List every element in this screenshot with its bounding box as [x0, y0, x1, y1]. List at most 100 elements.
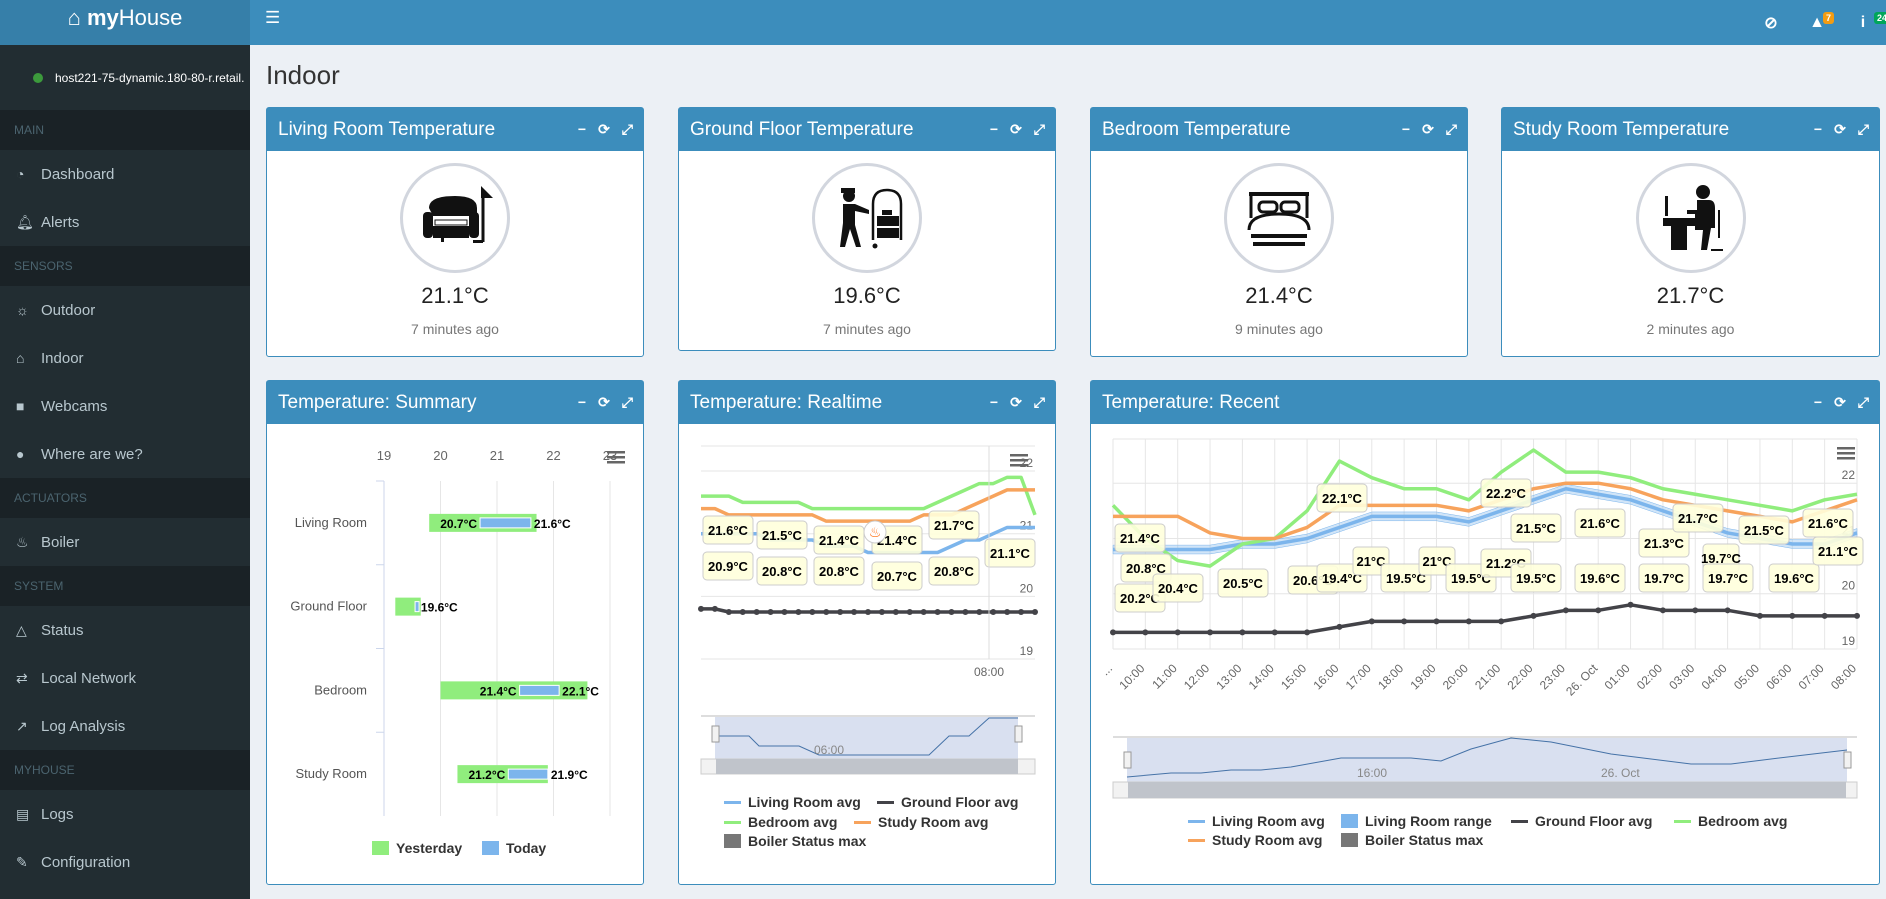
recent-panel: Temperature: Recent − ⟳ ⤢ 1920212221.4°C…	[1090, 380, 1880, 885]
refresh-icon[interactable]: ⟳	[1834, 108, 1846, 151]
sidebar-item-outdoor[interactable]: ☼ Outdoor	[0, 286, 250, 334]
legend-item[interactable]: Living Room avg	[1212, 813, 1325, 829]
legend-item[interactable]: Living Room avg	[748, 794, 861, 810]
x-tick-label: 08:00	[1828, 661, 1859, 692]
y-tick-label: 20	[1020, 581, 1034, 595]
chart-menu-icon[interactable]	[1010, 454, 1028, 467]
scrollbar-thumb[interactable]	[1128, 782, 1846, 798]
data-point	[1627, 601, 1634, 608]
video-camera-icon: ■	[16, 398, 25, 414]
refresh-icon[interactable]: ⟳	[598, 108, 610, 151]
refresh-icon[interactable]: ⟳	[1834, 381, 1846, 424]
sidebar-item-logs[interactable]: ▤ Logs	[0, 790, 250, 838]
legend-item[interactable]: Living Room range	[1365, 813, 1492, 829]
expand-icon[interactable]: ⤢	[1858, 381, 1869, 424]
armchair-icon	[400, 163, 510, 273]
refresh-icon[interactable]: ⟳	[598, 381, 610, 424]
panel-title: Living Room Temperature	[278, 119, 496, 140]
sidebar-item-configuration[interactable]: ✎ Configuration	[0, 838, 250, 886]
ban-button[interactable]: ⊘	[1748, 13, 1794, 33]
minimize-icon[interactable]: −	[578, 108, 586, 151]
expand-icon[interactable]: ⤢	[1446, 108, 1457, 151]
chart-menu-icon[interactable]	[1837, 447, 1855, 460]
minimize-icon[interactable]: −	[1814, 381, 1822, 424]
legend-swatch	[1188, 839, 1205, 842]
minimize-icon[interactable]: −	[990, 108, 998, 151]
navigator[interactable]: 16:00 26. Oct	[1113, 736, 1857, 782]
navigator[interactable]: 06:00	[701, 715, 1035, 759]
legend-item[interactable]: Ground Floor avg	[901, 794, 1018, 810]
minimize-icon[interactable]: −	[1814, 108, 1822, 151]
navigator-handle-right[interactable]	[1014, 725, 1023, 743]
expand-icon[interactable]: ⤢	[1034, 108, 1045, 151]
minimize-icon[interactable]: −	[1402, 108, 1410, 151]
legend-swatch	[854, 821, 871, 824]
legend-item[interactable]: Study Room avg	[1212, 832, 1322, 848]
navigator-handle-left[interactable]	[711, 725, 720, 743]
series-bedroom-avg[interactable]	[701, 475, 1037, 516]
legend-item[interactable]: Ground Floor avg	[1535, 813, 1652, 829]
data-label: 21.2°C	[468, 768, 505, 782]
x-tick-label: 15:00	[1278, 661, 1309, 692]
data-point	[1498, 618, 1505, 625]
expand-icon[interactable]: ⤢	[622, 108, 633, 151]
sidebar-item-log-analysis[interactable]: ↗ Log Analysis	[0, 702, 250, 750]
app-logo[interactable]: ⌂ myHouse	[0, 0, 250, 45]
legend-item[interactable]: Study Room avg	[878, 814, 988, 830]
expand-icon[interactable]: ⤢	[1858, 108, 1869, 151]
sidebar-item-boiler[interactable]: ♨ Boiler	[0, 518, 250, 566]
svg-text:21.1°C: 21.1°C	[990, 546, 1031, 561]
data-point	[948, 609, 955, 616]
data-point	[823, 609, 830, 616]
navigator-handle-left[interactable]	[1123, 751, 1132, 769]
data-point	[1854, 612, 1860, 619]
temperature-value: 19.6°C	[833, 283, 901, 308]
sidebar-item-alerts[interactable]: 🔔︎ Alerts	[0, 198, 250, 246]
legend-item[interactable]: Boiler Status max	[1365, 832, 1483, 848]
legend-item[interactable]: Today	[506, 840, 546, 856]
series-ground-floor-avg[interactable]	[1113, 603, 1857, 635]
sidebar-item-where-are-we[interactable]: ● Where are we?	[0, 430, 250, 478]
warning-button[interactable]: ▲ 7	[1794, 11, 1840, 32]
bar-today[interactable]	[507, 768, 549, 780]
sidebar-toggle-button[interactable]: ☰	[265, 8, 280, 28]
minimize-icon[interactable]: −	[990, 381, 998, 424]
x-tick-label: 22	[546, 448, 560, 463]
sidebar-item-dashboard[interactable]: ◔ Dashboard	[0, 150, 250, 198]
linux-icon: △	[16, 621, 27, 638]
expand-icon[interactable]: ⤢	[1034, 381, 1045, 424]
bar-today[interactable]	[479, 517, 532, 529]
legend-item[interactable]: Boiler Status max	[748, 833, 866, 849]
bed-icon	[1224, 163, 1334, 273]
data-label: 21.5°C	[1510, 513, 1562, 543]
sidebar-item-status[interactable]: △ Status	[0, 606, 250, 654]
sun-icon: ☼	[16, 302, 29, 318]
navigator-handle-right[interactable]	[1843, 751, 1852, 769]
legend-item[interactable]: Bedroom avg	[1698, 813, 1787, 829]
expand-icon[interactable]: ⤢	[622, 381, 633, 424]
sidebar-item-indoor[interactable]: ⌂ Indoor	[0, 334, 250, 382]
refresh-icon[interactable]: ⟳	[1422, 108, 1434, 151]
boiler-flame-icon[interactable]: ♨	[863, 520, 887, 544]
legend-item[interactable]: Yesterday	[396, 840, 462, 856]
sidebar-item-local-network[interactable]: ⇄ Local Network	[0, 654, 250, 702]
sidebar-item-webcams[interactable]: ■ Webcams	[0, 382, 250, 430]
refresh-icon[interactable]: ⟳	[1010, 381, 1022, 424]
bar-today[interactable]	[414, 601, 420, 613]
realtime-panel: Temperature: Realtime − ⟳ ⤢ 19 20 21 22 21.6…	[678, 380, 1056, 885]
minimize-icon[interactable]: −	[578, 381, 586, 424]
page-title: Indoor	[266, 60, 340, 90]
line-chart-icon: ↗	[16, 717, 28, 734]
y-tick-label: 22	[1020, 456, 1034, 470]
refresh-icon[interactable]: ⟳	[1010, 108, 1022, 151]
chart-menu-icon[interactable]	[607, 451, 625, 464]
x-tick-label: 18:00	[1375, 661, 1406, 692]
last-updated: 7 minutes ago	[411, 321, 499, 337]
scrollbar-thumb[interactable]	[716, 759, 1018, 774]
x-tick-label: 04:00	[1699, 661, 1730, 692]
svg-text:21.5°C: 21.5°C	[1744, 523, 1785, 538]
info-button[interactable]: i 24	[1840, 11, 1886, 32]
bar-today[interactable]	[519, 684, 560, 696]
x-tick-label: 06:00	[1763, 661, 1794, 692]
legend-item[interactable]: Bedroom avg	[748, 814, 837, 830]
